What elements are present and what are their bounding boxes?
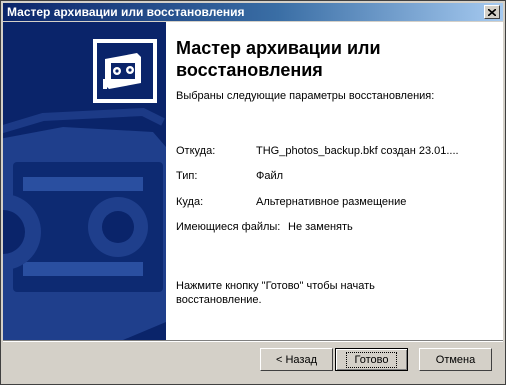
destination-value: Альтернативное размещение [256,196,407,208]
finish-instruction: Нажмите кнопку "Готово" чтобы начать вос… [176,280,375,306]
wizard-heading: Мастер архивации или восстановления [176,38,381,80]
button-separator [3,340,503,342]
back-button-label: < Назад [276,353,317,366]
existing-files-label: Имеющиеся файлы: [176,221,281,233]
close-icon [488,8,496,16]
wizard-content: Мастер архивации или восстановления Выбр… [166,22,503,340]
destination-label: Куда: [176,196,204,208]
type-label: Тип: [176,170,198,182]
backup-tape-icon [103,53,141,89]
finish-button[interactable]: Готово [335,348,408,371]
source-label: Откуда: [176,145,216,157]
source-value: THG_photos_backup.bkf создан 23.01.... [256,145,459,157]
cancel-button-label: Отмена [435,353,476,366]
cancel-button[interactable]: Отмена [419,348,492,371]
close-button[interactable] [484,5,500,19]
summary-intro: Выбраны следующие параметры восстановлен… [176,90,435,102]
existing-files-value: Не заменять [288,221,353,233]
type-value: Файл [256,170,284,182]
wizard-logo [93,39,157,103]
side-panel [3,22,166,340]
wizard-window: Мастер архивации или восстановления Маст… [0,0,506,385]
title-bar[interactable]: Мастер архивации или восстановления [3,3,503,21]
back-button[interactable]: < Назад [260,348,333,371]
finish-button-label: Готово [345,351,398,368]
window-title: Мастер архивации или восстановления [7,5,245,19]
